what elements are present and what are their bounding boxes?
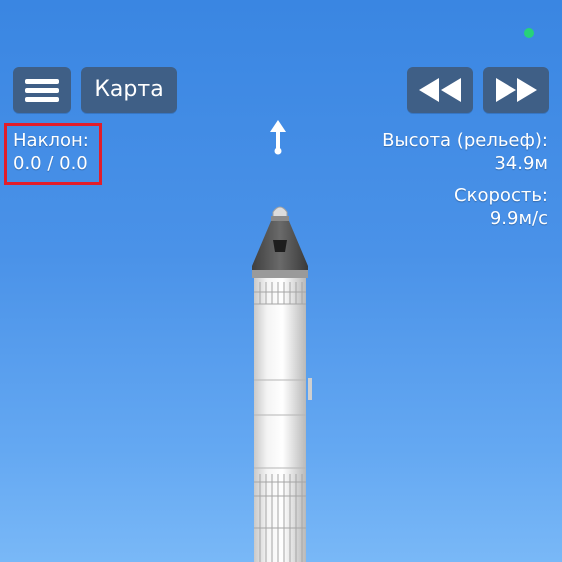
- tilt-label: Наклон:: [13, 130, 89, 151]
- heading-arrow-icon: [270, 120, 286, 155]
- status-indicator: [524, 28, 534, 38]
- speed-label: Скорость:: [454, 185, 548, 206]
- altitude-value: 34.9м: [494, 153, 548, 174]
- rewind-icon: [419, 78, 461, 102]
- fast-forward-button[interactable]: [483, 67, 549, 113]
- tilt-value: 0.0 / 0.0: [13, 153, 88, 174]
- rewind-button[interactable]: [407, 67, 473, 113]
- altitude-label: Высота (рельеф):: [382, 130, 548, 151]
- rocket: [252, 206, 312, 562]
- fast-forward-icon: [496, 78, 537, 102]
- map-button[interactable]: Карта: [81, 67, 177, 113]
- speed-value: 9.9м/с: [489, 208, 548, 229]
- menu-button[interactable]: [13, 67, 71, 113]
